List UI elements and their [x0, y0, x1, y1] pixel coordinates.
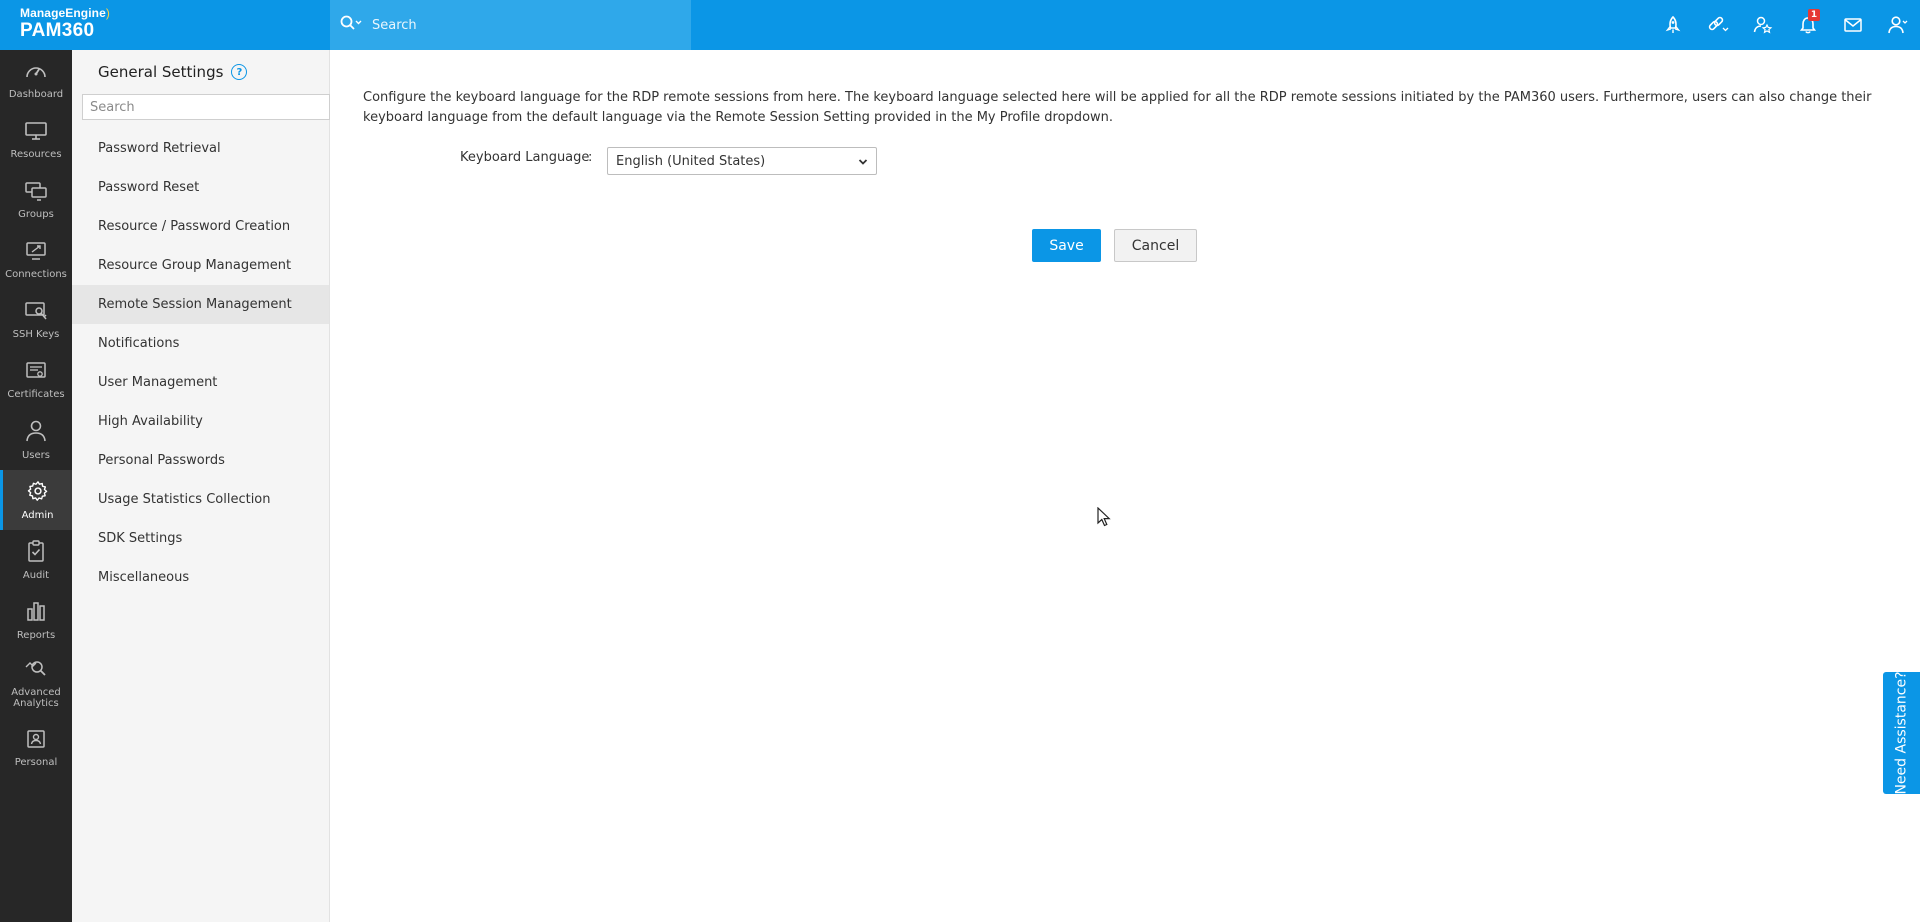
- panel-header: General Settings ?: [72, 50, 329, 94]
- nav-certificates[interactable]: Certificates: [0, 350, 72, 410]
- top-bar: ManageEngine) PAM360 1: [0, 0, 1920, 50]
- brand-logo[interactable]: ManageEngine) PAM360: [0, 0, 330, 50]
- nav-label: Dashboard: [8, 88, 64, 100]
- menu-item-usage-statistics[interactable]: Usage Statistics Collection: [72, 480, 329, 519]
- user-icon: [24, 420, 48, 446]
- chevron-down-icon: [858, 156, 868, 171]
- keyboard-language-label: Keyboard Language: [460, 150, 590, 165]
- mail-icon[interactable]: [1830, 0, 1875, 50]
- nav-groups[interactable]: Groups: [0, 170, 72, 230]
- menu-item-resource-group-management[interactable]: Resource Group Management: [72, 246, 329, 285]
- nav-label: Audit: [22, 569, 50, 581]
- menu-item-miscellaneous[interactable]: Miscellaneous: [72, 558, 329, 597]
- nav-advanced-analytics[interactable]: Advanced Analytics: [0, 650, 72, 718]
- nav-label: Reports: [16, 629, 56, 641]
- monitor-icon: [24, 121, 48, 145]
- contact-card-icon: [24, 729, 48, 753]
- menu-item-password-retrieval[interactable]: Password Retrieval: [72, 129, 329, 168]
- product-name: PAM360: [20, 20, 95, 41]
- menu-item-sdk-settings[interactable]: SDK Settings: [72, 519, 329, 558]
- keyboard-language-value: English (United States): [616, 153, 766, 169]
- top-icons: 1: [1650, 0, 1920, 50]
- dashboard-icon: [24, 61, 48, 85]
- main-content: Configure the keyboard language for the …: [330, 50, 1920, 922]
- label-colon: :: [588, 150, 593, 165]
- left-nav: Dashboard Resources Groups Connections S…: [0, 50, 72, 922]
- link-icon[interactable]: [1695, 0, 1740, 50]
- menu-item-resource-password-creation[interactable]: Resource / Password Creation: [72, 207, 329, 246]
- menu-item-high-availability[interactable]: High Availability: [72, 402, 329, 441]
- nav-label: Admin: [21, 509, 54, 521]
- nav-dashboard[interactable]: Dashboard: [0, 50, 72, 110]
- cancel-button[interactable]: Cancel: [1114, 229, 1197, 262]
- notification-badge: 1: [1808, 9, 1820, 21]
- global-search-input[interactable]: [372, 17, 672, 33]
- nav-label: Users: [21, 449, 50, 461]
- need-assistance-label: Need Assistance?: [1893, 671, 1910, 795]
- menu-item-remote-session-management[interactable]: Remote Session Management: [72, 285, 329, 324]
- nav-audit[interactable]: Audit: [0, 530, 72, 590]
- nav-users[interactable]: Users: [0, 410, 72, 470]
- menu-item-user-management[interactable]: User Management: [72, 363, 329, 402]
- clipboard-icon: [24, 539, 48, 566]
- settings-search-input[interactable]: [82, 94, 330, 120]
- mouse-cursor-icon: [1097, 506, 1111, 531]
- nav-label: SSH Keys: [12, 328, 60, 340]
- bell-icon[interactable]: 1: [1785, 0, 1830, 50]
- certificate-icon: [24, 361, 48, 385]
- nav-admin[interactable]: Admin: [0, 470, 72, 530]
- description-text: Configure the keyboard language for the …: [363, 90, 1872, 125]
- nav-label: Groups: [18, 208, 54, 220]
- panel-title: General Settings: [98, 63, 224, 81]
- save-button[interactable]: Save: [1032, 229, 1101, 262]
- bar-chart-icon: [24, 600, 48, 626]
- nav-label: Advanced Analytics: [11, 687, 61, 709]
- need-assistance-tab[interactable]: Need Assistance?: [1883, 671, 1920, 795]
- gear-icon: [26, 480, 50, 506]
- settings-menu: Password Retrieval Password Reset Resour…: [72, 129, 329, 597]
- nav-connections[interactable]: Connections: [0, 230, 72, 290]
- rocket-icon[interactable]: [1650, 0, 1695, 50]
- user-star-icon[interactable]: [1740, 0, 1785, 50]
- help-icon[interactable]: ?: [231, 64, 248, 80]
- menu-item-notifications[interactable]: Notifications: [72, 324, 329, 363]
- menu-item-password-reset[interactable]: Password Reset: [72, 168, 329, 207]
- ssh-key-icon: [24, 301, 48, 325]
- nav-label: Resources: [10, 148, 62, 160]
- nav-resources[interactable]: Resources: [0, 110, 72, 170]
- nav-ssh-keys[interactable]: SSH Keys: [0, 290, 72, 350]
- general-settings-panel: General Settings ? Password Retrieval Pa…: [72, 50, 330, 922]
- user-icon[interactable]: [1875, 0, 1920, 50]
- nav-label: Connections: [5, 268, 67, 280]
- nav-label: Personal: [14, 756, 58, 768]
- menu-item-personal-passwords[interactable]: Personal Passwords: [72, 441, 329, 480]
- keyboard-language-select[interactable]: English (United States): [607, 147, 877, 175]
- search-icon[interactable]: [340, 15, 362, 35]
- nav-reports[interactable]: Reports: [0, 590, 72, 650]
- groups-icon: [24, 181, 48, 205]
- nav-personal[interactable]: Personal: [0, 718, 72, 778]
- analytics-icon: [24, 659, 48, 683]
- global-search[interactable]: [330, 0, 691, 50]
- nav-label: Certificates: [7, 388, 65, 400]
- company-name: ManageEngine): [20, 6, 110, 20]
- connections-icon: [24, 241, 48, 265]
